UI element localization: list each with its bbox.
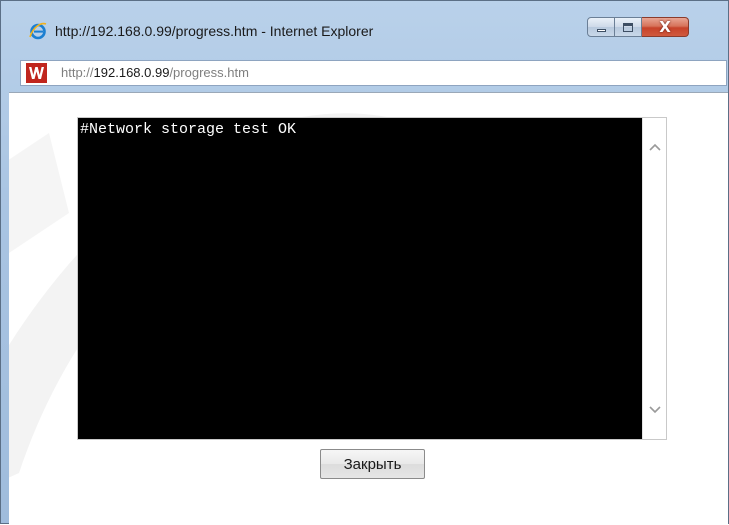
url-host: 192.168.0.99: [93, 65, 170, 80]
close-button[interactable]: Закрыть: [320, 449, 425, 479]
terminal-line: #Network storage test OK: [80, 121, 297, 138]
close-window-button[interactable]: X: [642, 17, 689, 37]
minimize-icon: [597, 29, 606, 32]
page-content: #Network storage test OK Закрыть: [9, 92, 728, 525]
minimize-button[interactable]: [587, 17, 615, 37]
site-logo-icon: [26, 63, 47, 83]
close-icon: X: [659, 18, 671, 36]
window-title: http://192.168.0.99/progress.htm - Inter…: [55, 23, 374, 39]
browser-window: http://192.168.0.99/progress.htm - Inter…: [0, 0, 729, 525]
window-controls: X: [587, 17, 689, 37]
address-bar[interactable]: http://192.168.0.99/progress.htm: [20, 60, 727, 86]
title-bar[interactable]: http://192.168.0.99/progress.htm - Inter…: [1, 1, 728, 55]
vertical-scrollbar[interactable]: [642, 118, 666, 439]
internet-explorer-icon: [29, 22, 47, 40]
maximize-icon: [623, 23, 633, 32]
chevron-down-icon[interactable]: [648, 405, 662, 415]
chevron-up-icon[interactable]: [648, 142, 662, 152]
maximize-button[interactable]: [615, 17, 642, 37]
url-path: /progress.htm: [169, 65, 249, 80]
url-prefix: http://: [61, 65, 94, 80]
url-text[interactable]: http://192.168.0.99/progress.htm: [61, 65, 249, 80]
terminal-output: #Network storage test OK: [77, 117, 667, 440]
